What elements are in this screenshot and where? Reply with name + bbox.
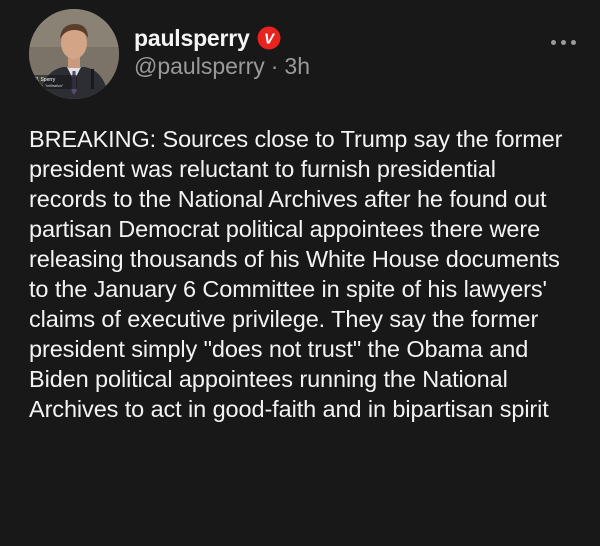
more-horizontal-icon-dot [571, 40, 576, 45]
more-horizontal-icon-dot [551, 40, 556, 45]
author-display-name[interactable]: paulsperry [134, 25, 250, 52]
post-text: BREAKING: Sources close to Trump say the… [29, 126, 563, 422]
author-handle[interactable]: @paulsperry [134, 53, 265, 79]
more-options-button[interactable] [551, 40, 576, 45]
avatar[interactable]: P. Sperry Exec. "Infiltration" [29, 9, 119, 99]
author-name-row: paulsperry V [134, 22, 281, 54]
svg-text:Exec. "Infiltration": Exec. "Infiltration" [35, 84, 64, 88]
svg-text:P. Sperry: P. Sperry [35, 77, 56, 83]
author-meta-row: @paulsperry · 3h [134, 53, 310, 80]
post-timestamp[interactable]: 3h [284, 53, 310, 79]
more-horizontal-icon-dot [561, 40, 566, 45]
verified-badge-icon: V [257, 26, 281, 50]
avatar-photo: P. Sperry Exec. "Infiltration" [29, 9, 119, 99]
meta-separator: · [270, 53, 279, 79]
post-card: P. Sperry Exec. "Infiltration" paulsperr… [0, 0, 600, 546]
